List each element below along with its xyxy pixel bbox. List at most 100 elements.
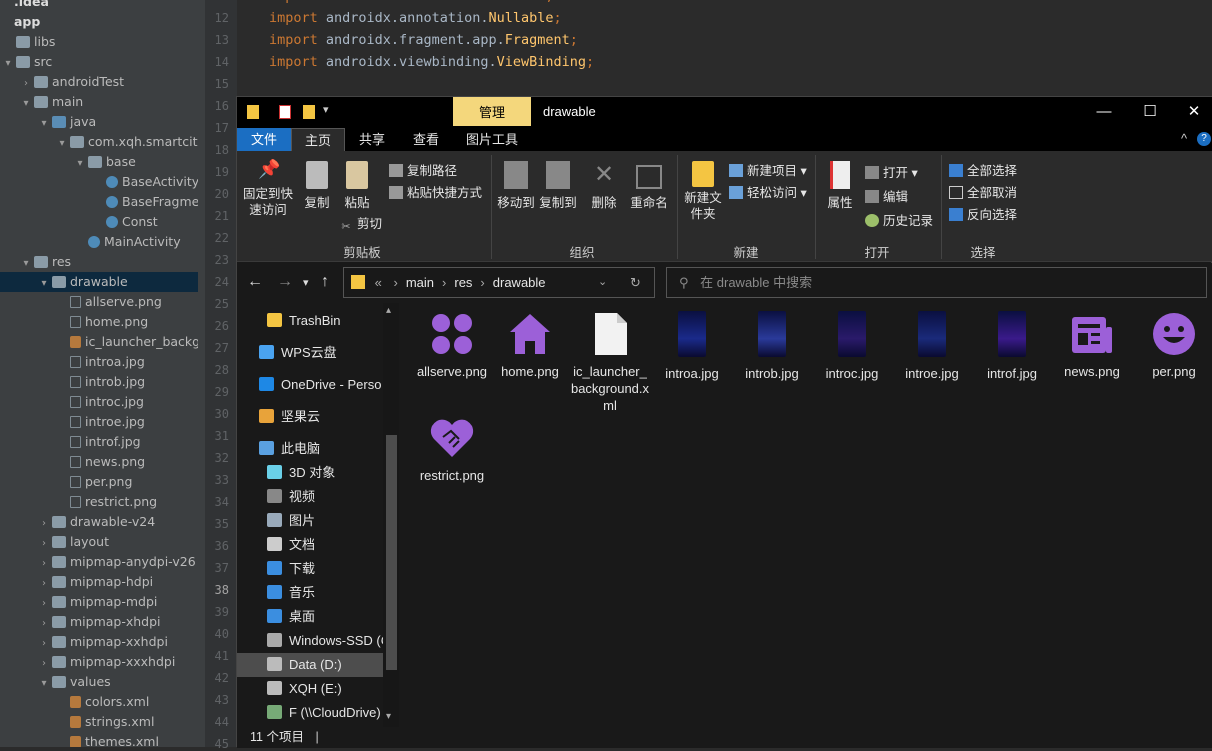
project-tree-item[interactable]: ▾ values — [0, 672, 205, 692]
help-icon[interactable]: ? — [1197, 132, 1211, 146]
chevron-down-icon[interactable]: ▾ — [38, 274, 50, 294]
project-tree-item[interactable]: › mipmap-anydpi-v26 — [0, 552, 205, 572]
chevron-down-icon[interactable]: ▾ — [74, 154, 86, 174]
tab-share[interactable]: 共享 — [345, 128, 399, 151]
chevron-down-icon[interactable]: ▾ — [2, 54, 14, 74]
chevron-down-icon[interactable]: ▾ — [38, 114, 50, 134]
nav-pane-scroll-thumb[interactable] — [386, 435, 397, 670]
project-tree-item[interactable]: Const — [0, 212, 205, 232]
delete-button[interactable]: ✕ 删除 — [589, 161, 619, 211]
invert-selection-button[interactable]: 反向选择 — [949, 204, 1017, 223]
file-item[interactable]: restrict.png — [412, 415, 492, 484]
project-tree-item[interactable]: allserve.png — [0, 292, 205, 312]
tab-file[interactable]: 文件 — [237, 128, 291, 151]
file-item[interactable]: allserve.png — [412, 311, 492, 380]
nav-item-docs[interactable]: 文档 — [237, 533, 387, 557]
project-tree-item[interactable]: ▾ main — [0, 92, 205, 112]
scroll-up-icon[interactable]: ▴ — [386, 305, 391, 316]
copy-button[interactable]: 复制 — [299, 161, 335, 211]
nav-item-pc[interactable]: 此电脑 — [237, 437, 387, 461]
new-folder-quick-icon[interactable] — [303, 105, 315, 119]
file-item[interactable]: news.png — [1052, 311, 1132, 380]
breadcrumb-separator[interactable]: › — [393, 275, 397, 290]
file-item[interactable]: per.png — [1134, 311, 1212, 380]
properties-quick-icon[interactable] — [279, 105, 291, 119]
tab-view[interactable]: 查看 — [399, 128, 453, 151]
nav-item-drive-c[interactable]: Windows-SSD (C — [237, 629, 390, 653]
code-editor[interactable]: import androidx.annotation.NonNull; impor… — [237, 0, 1212, 96]
code-line[interactable]: import androidx.fragment.app.Fragment; — [269, 32, 578, 48]
project-tree-item[interactable]: › mipmap-xxhdpi — [0, 632, 205, 652]
chevron-right-icon[interactable]: › — [38, 514, 50, 534]
nav-item-3d[interactable]: 3D 对象 — [237, 461, 387, 485]
tab-home[interactable]: 主页 — [291, 128, 345, 151]
breadcrumb-drawable[interactable]: drawable — [493, 275, 546, 290]
project-tree-item[interactable]: libs — [0, 32, 205, 52]
chevron-right-icon[interactable]: › — [38, 634, 50, 654]
project-tree-item[interactable]: › drawable-v24 — [0, 512, 205, 532]
file-item[interactable]: introb.jpg — [732, 311, 812, 382]
project-tree-item[interactable]: ▾ base — [0, 152, 205, 172]
project-tree-item[interactable]: restrict.png — [0, 492, 205, 512]
file-item[interactable]: introf.jpg — [972, 311, 1052, 382]
nav-item-desktop[interactable]: 桌面 — [237, 605, 387, 629]
paste-button[interactable]: 粘贴 — [339, 161, 375, 211]
file-item[interactable]: home.png — [490, 311, 570, 380]
chevron-down-icon[interactable]: ▾ — [20, 94, 32, 114]
nav-item-netdrive[interactable]: F (\\CloudDrive) — [237, 701, 387, 725]
tab-manage[interactable]: 管理 — [453, 97, 531, 126]
refresh-icon[interactable]: ↻ — [630, 268, 641, 297]
code-line[interactable]: import androidx.viewbinding.ViewBinding; — [269, 54, 594, 70]
history-button[interactable]: 历史记录 — [865, 210, 933, 229]
pin-quick-access-button[interactable]: 📌 固定到快速访问 — [241, 160, 295, 218]
back-arrow-icon[interactable]: ← — [247, 273, 263, 291]
project-scrollbar[interactable] — [198, 0, 402, 747]
project-tree-item[interactable]: introe.jpg — [0, 412, 205, 432]
project-tree-item[interactable]: introf.jpg — [0, 432, 205, 452]
nav-item-video[interactable]: 视频 — [237, 485, 387, 509]
project-tree-item[interactable]: news.png — [0, 452, 205, 472]
paste-shortcut-button[interactable]: 粘贴快捷方式 — [389, 182, 482, 201]
search-box[interactable]: ⚲ 在 drawable 中搜索 — [666, 267, 1207, 298]
select-all-button[interactable]: 全部选择 — [949, 160, 1017, 179]
file-item[interactable]: introe.jpg — [892, 311, 972, 382]
project-tree-item[interactable]: BaseActivity — [0, 172, 205, 192]
forward-arrow-icon[interactable]: → — [277, 273, 293, 291]
breadcrumb-separator[interactable]: › — [480, 275, 484, 290]
up-arrow-icon[interactable]: ↑ — [321, 273, 329, 291]
nav-item-folder[interactable]: TrashBin — [237, 309, 387, 333]
chevron-right-icon[interactable]: › — [38, 654, 50, 674]
cut-button[interactable]: ✂ 剪切 — [339, 213, 382, 233]
chevron-down-icon[interactable]: ▾ — [38, 674, 50, 694]
project-tree-item[interactable]: › mipmap-mdpi — [0, 592, 205, 612]
copy-to-button[interactable]: 复制到 — [539, 161, 577, 211]
project-tree-item[interactable]: › androidTest — [0, 72, 205, 92]
chevron-right-icon[interactable]: › — [38, 534, 50, 554]
chevron-right-icon[interactable]: › — [38, 614, 50, 634]
tab-picture-tools[interactable]: 图片工具 — [453, 128, 531, 151]
breadcrumb-main[interactable]: main — [406, 275, 434, 290]
project-tree-item[interactable]: introc.jpg — [0, 392, 205, 412]
address-overflow[interactable]: « — [375, 275, 382, 290]
project-tree-item[interactable]: themes.xml — [0, 732, 205, 747]
chevron-down-icon[interactable]: ▾ — [20, 254, 32, 274]
copy-path-button[interactable]: 复制路径 — [389, 160, 457, 179]
nav-item-download[interactable]: 下载 — [237, 557, 387, 581]
quick-access-dropdown-icon[interactable]: ▾ — [323, 103, 329, 116]
close-button[interactable]: ✕ — [1171, 97, 1212, 126]
rename-button[interactable]: 重命名 — [629, 161, 669, 211]
project-tree-item[interactable]: › mipmap-xxxhdpi — [0, 652, 205, 672]
file-item[interactable]: ic_launcher_background.xml — [570, 311, 650, 414]
collapse-ribbon-icon[interactable]: ^ — [1181, 131, 1187, 146]
project-tree-item[interactable]: ▾ java — [0, 112, 205, 132]
properties-button[interactable]: 属性 — [823, 161, 857, 211]
project-tree-item[interactable]: ▾ drawable — [0, 272, 205, 292]
project-tree-item[interactable]: ▾ src — [0, 52, 205, 72]
project-tree-item[interactable]: › layout — [0, 532, 205, 552]
code-line[interactable]: import androidx.annotation.NonNull; — [269, 0, 554, 4]
minimize-button[interactable]: — — [1081, 97, 1127, 126]
maximize-button[interactable]: ☐ — [1127, 97, 1173, 126]
new-folder-button[interactable]: 新建文件夹 — [683, 161, 723, 222]
project-tree-item[interactable]: app — [0, 12, 205, 32]
chevron-right-icon[interactable]: › — [38, 554, 50, 574]
